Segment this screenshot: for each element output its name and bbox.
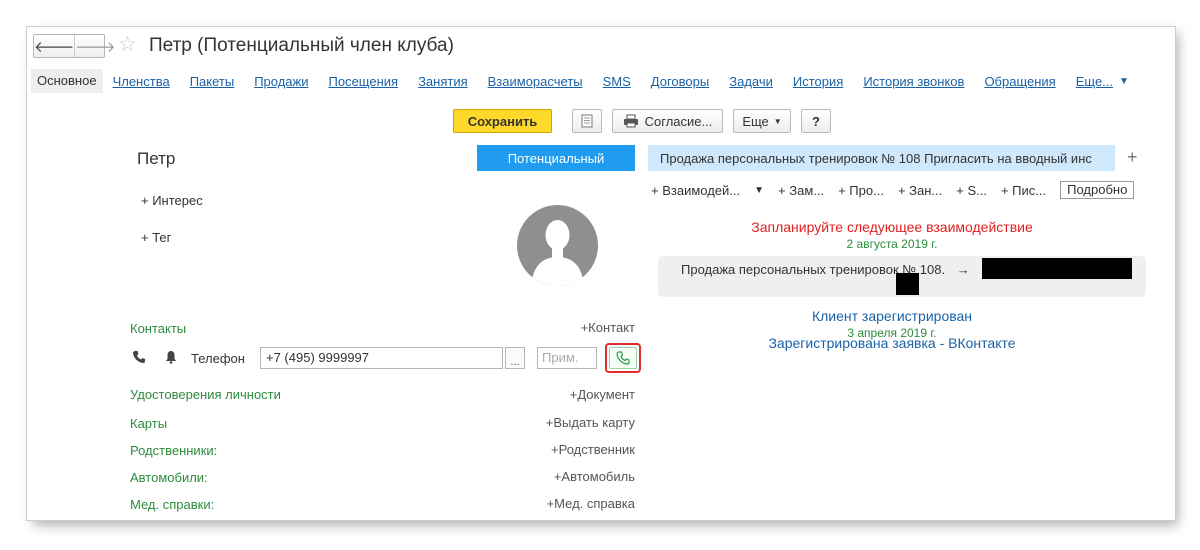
star-icon[interactable]: ☆ [118, 33, 137, 57]
phone-icon [133, 351, 145, 363]
phone-select-button[interactable]: ... [505, 347, 525, 369]
add-car-link[interactable]: +Автомобиль [515, 469, 635, 484]
add-contact-link[interactable]: +Контакт [515, 320, 635, 335]
tab-classes[interactable]: Занятия [418, 74, 468, 89]
plan-interaction-link[interactable]: Запланируйте следующее взаимодействие [647, 219, 1137, 235]
printer-icon [623, 114, 638, 128]
save-button[interactable]: Сохранить [453, 109, 552, 133]
phone-note-input[interactable]: Прим. [537, 347, 597, 369]
avatar[interactable] [517, 205, 598, 286]
more-label: Еще [742, 113, 769, 129]
phone-label: Телефон [191, 351, 245, 366]
call-button[interactable] [605, 343, 641, 373]
more-button[interactable]: Еще ▼ [733, 109, 791, 133]
status-button[interactable]: Потенциальный [477, 145, 635, 171]
vk-request-link[interactable]: Зарегистрирована заявка - ВКонтакте [647, 335, 1137, 351]
tab-contracts[interactable]: Договоры [651, 74, 709, 89]
phone-input[interactable]: +7 (495) 9999997 [260, 347, 503, 369]
add-document-link[interactable]: +Документ [515, 387, 635, 402]
agreement-button[interactable]: Согласие... [612, 109, 723, 133]
document-icon [581, 114, 593, 128]
section-medical: Мед. справки: [130, 497, 215, 512]
tab-history[interactable]: История [793, 74, 843, 89]
add-letter-link[interactable]: + Пис... [1001, 183, 1046, 198]
nav-buttons: 🡐 🡒 [33, 34, 115, 58]
chevron-down-icon[interactable]: ▼ [754, 185, 764, 196]
document-button[interactable] [572, 109, 602, 133]
help-button[interactable]: ? [801, 109, 831, 133]
issue-card-link[interactable]: +Выдать карту [515, 415, 635, 430]
deal-tab[interactable]: Продажа персональных тренировок № 108 Пр… [648, 145, 1115, 171]
call-icon [616, 351, 630, 365]
tab-tasks[interactable]: Задачи [729, 74, 773, 89]
add-sale-link[interactable]: + Про... [838, 183, 884, 198]
tab-memberships[interactable]: Членства [113, 74, 170, 89]
chevron-down-icon[interactable]: ▼ [1119, 76, 1129, 87]
add-sms-link[interactable]: + S... [956, 183, 987, 198]
arrow-right-icon: → [956, 262, 970, 277]
chevron-down-icon: ▼ [773, 116, 782, 126]
section-cards: Карты [130, 416, 168, 431]
add-interaction-link[interactable]: + Взаимодей... [651, 183, 740, 198]
section-cars: Автомобили: [130, 470, 208, 485]
client-window: 🡐 🡒 ☆ Петр (Потенциальный член клуба) Ос… [26, 26, 1176, 521]
forward-button[interactable]: 🡒 [74, 35, 115, 57]
agreement-label: Согласие... [644, 113, 713, 129]
tab-sms[interactable]: SMS [603, 74, 631, 89]
plan-date: 2 августа 2019 г. [846, 237, 938, 251]
tab-settlements[interactable]: Взаиморасчеты [488, 74, 583, 89]
tab-main[interactable]: Основное [31, 69, 103, 93]
add-medical-link[interactable]: +Мед. справка [515, 496, 635, 511]
section-relatives: Родственники: [130, 443, 218, 458]
tab-call-history[interactable]: История звонков [863, 74, 964, 89]
call-button-inner [609, 347, 637, 369]
add-tag-link[interactable]: + Тег [141, 230, 171, 245]
bell-icon [166, 351, 176, 364]
redacted-block [896, 273, 919, 295]
client-name: Петр [137, 149, 176, 168]
contacts-title: Контакты [130, 321, 187, 336]
tab-packages[interactable]: Пакеты [190, 74, 235, 89]
tab-bar: Основное Членства Пакеты Продажи Посещен… [31, 69, 1129, 93]
page-title: Петр (Потенциальный член клуба) [149, 35, 454, 56]
action-bar: + Взаимодей... ▼ + Зам... + Про... + Зан… [651, 181, 1135, 199]
section-id-documents: Удостоверения личности [130, 387, 281, 402]
redacted-block [982, 258, 1132, 279]
add-tab-button[interactable]: + [1127, 147, 1138, 168]
add-relative-link[interactable]: +Родственник [515, 442, 635, 457]
add-class-link[interactable]: + Зан... [898, 183, 942, 198]
tab-more[interactable]: Еще... [1076, 74, 1113, 89]
tab-visits[interactable]: Посещения [329, 74, 399, 89]
sale-card-text: Продажа персональных тренировок № 108. → [681, 262, 970, 277]
user-silhouette-icon [531, 220, 584, 286]
back-button[interactable]: 🡐 [34, 35, 74, 57]
detail-button[interactable]: Подробно [1060, 181, 1135, 199]
add-note-link[interactable]: + Зам... [778, 183, 824, 198]
client-registered-link[interactable]: Клиент зарегистрирован [647, 308, 1137, 324]
tab-sales[interactable]: Продажи [254, 74, 308, 89]
tab-requests[interactable]: Обращения [984, 74, 1055, 89]
add-interest-link[interactable]: + Интерес [141, 193, 203, 208]
